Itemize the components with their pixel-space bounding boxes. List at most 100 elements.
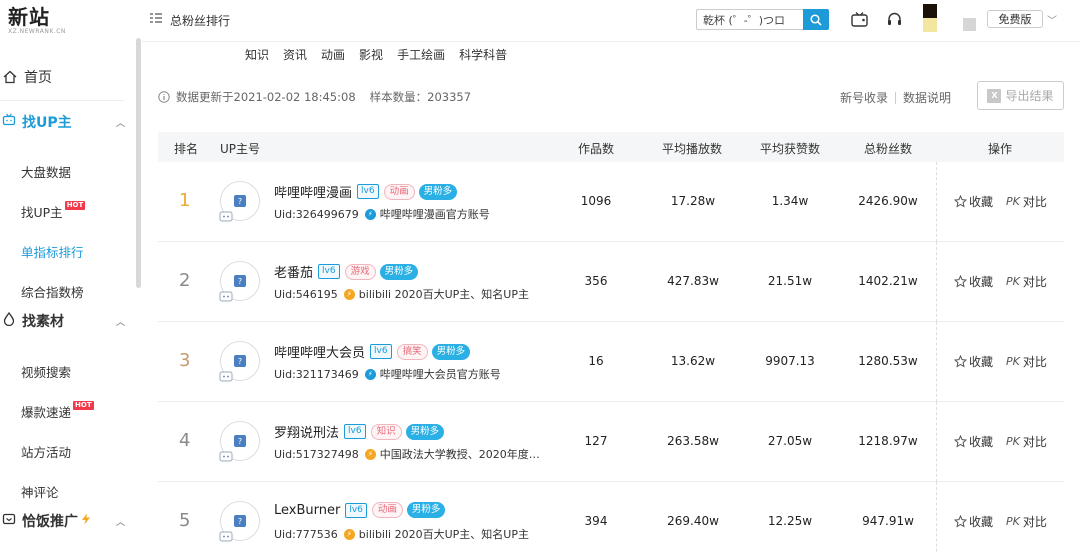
new-account-link[interactable]: 新号收录 [840,89,888,106]
avg-like: 27.05w [767,434,813,448]
favorite-button[interactable]: 收藏 [954,193,993,210]
favorite-button[interactable]: 收藏 [954,273,993,290]
up-avatar[interactable]: ? [219,501,260,542]
category-tag: 动画 [371,502,403,518]
search-input[interactable] [696,9,804,30]
up-name[interactable]: 老番茄 [274,262,313,281]
table-row[interactable]: 3 ? 哔哩哔哩大会员 lv6 搞笑 男粉多 Uid:321173469 ⚡ 哔… [158,322,1064,402]
uid: Uid:517327498 [274,447,359,461]
sidebar-item-home[interactable]: 首页 [2,67,142,87]
category-tab[interactable]: 知识 [245,46,269,63]
top-header: 总粉丝排行 免费版 ﹀ [140,0,1080,42]
export-label: 导出结果 [1005,89,1054,103]
chevron-up-icon[interactable]: ︿ [116,315,125,328]
verified-icon: ⚡ [343,528,355,540]
compare-button[interactable]: PK 对比 [1006,353,1047,370]
category-tab[interactable]: 科学科普 [459,46,507,63]
star-icon [954,355,967,368]
category-tab[interactable]: 动画 [321,46,345,63]
headset-icon[interactable] [885,10,903,28]
sidebar-item-label: 站方活动 [21,445,72,460]
newrank-logo[interactable]: 新站 XZ.NEWRANK.CN [8,6,66,36]
level-badge: lv6 [345,502,367,518]
tv-icon [2,512,16,530]
chevron-down-icon[interactable]: ﹀ [1047,12,1057,27]
data-description-link[interactable]: 数据说明 [903,89,951,106]
table-row[interactable]: 5 ? LexBurner lv6 动画 男粉多 Uid:777536 ⚡ bi… [158,482,1064,552]
up-avatar[interactable]: ? [219,341,260,382]
compare-label: 对比 [1022,275,1047,289]
compare-button[interactable]: PK 对比 [1006,273,1047,290]
ops-divider [936,162,937,242]
search-icon [810,13,822,26]
up-name[interactable]: 哔哩哔哩漫画 [274,182,352,201]
user-avatar[interactable] [923,4,976,32]
up-name-line: 罗翔说刑法 lv6 知识 男粉多 [274,422,445,441]
chevron-up-icon[interactable]: ︿ [116,515,125,528]
sidebar-section-label: 找UP主 [22,115,72,131]
sidebar-section-label: 找素材 [22,314,64,330]
export-button[interactable]: X 导出结果 [977,81,1064,110]
plan-button[interactable]: 免费版 [987,10,1043,28]
sidebar-item-label: 爆款速递 [21,405,72,420]
category-tab[interactable]: 手工绘画 [397,46,445,63]
favorite-button[interactable]: 收藏 [954,513,993,530]
up-avatar[interactable]: ? [219,421,260,462]
compare-button[interactable]: PK 对比 [1006,433,1047,450]
category-tab[interactable]: 影视 [359,46,383,63]
favorite-button[interactable]: 收藏 [954,433,993,450]
sidebar-scrollbar[interactable] [136,38,141,288]
verified-icon: ⚡ [343,288,355,300]
favorite-button[interactable]: 收藏 [954,353,993,370]
fan-gender-tag: 男粉多 [431,343,471,360]
compare-button[interactable]: PK 对比 [1006,513,1047,530]
category-tab[interactable]: 资讯 [283,46,307,63]
home-icon [2,69,18,85]
compare-label: 对比 [1022,435,1047,449]
star-icon [954,195,967,208]
ops-divider [936,482,937,552]
verified-icon: ⚡ [364,448,376,460]
uid: Uid:777536 [274,527,338,541]
up-name[interactable]: 罗翔说刑法 [274,422,339,441]
category-tag: 游戏 [344,263,376,280]
total-fans: 947.91w [862,514,914,528]
avatar-top [923,4,937,18]
sidebar-item-video-search[interactable]: 视频搜索 [21,362,161,381]
up-avatar[interactable]: ? [219,181,260,222]
compare-button[interactable]: PK 对比 [1006,193,1047,210]
table-row[interactable]: 1 ? 哔哩哔哩漫画 lv6 动画 男粉多 Uid:326499679 ⚡ 哔哩… [158,162,1064,242]
sidebar-item-hot-express[interactable]: 爆款速递 HOT [21,401,161,421]
up-name[interactable]: LexBurner [274,503,340,518]
up-avatar[interactable]: ? [219,261,260,302]
image-placeholder-icon: ? [234,355,246,367]
up-name[interactable]: 哔哩哔哩大会员 [274,342,365,361]
search-button[interactable] [803,9,829,30]
pk-icon: PK [1006,435,1020,448]
data-info: 数据更新于2021-02-02 18:45:08 样本数量：203357 [158,89,471,105]
table-row[interactable]: 2 ? 老番茄 lv6 游戏 男粉多 Uid:546195 ⚡ bilibili… [158,242,1064,322]
header-avg-play: 平均播放数 [662,142,723,156]
logo-text: 新站 [8,5,50,29]
chevron-up-icon[interactable]: ︿ [116,116,125,129]
rank-number: 3 [179,350,191,371]
verified-icon: ⚡ [364,368,376,380]
up-meta: Uid:777536 ⚡ bilibili 2020百大UP主、知名UP主 [274,526,529,542]
sidebar-item-god-comments[interactable]: 神评论 [21,482,161,501]
header-avg-like: 平均获赞数 [760,142,821,156]
verified-icon: ⚡ [364,208,376,220]
rank-number: 1 [179,190,191,211]
sidebar-item-site-activities[interactable]: 站方活动 [21,442,161,461]
sidebar-item-label: 找UP主 [21,205,63,220]
header-ops: 操作 [988,142,1013,156]
table-header: 排名 UP主号 作品数 平均播放数 平均获赞数 总粉丝数 操作 [158,132,1064,162]
works-count: 16 [588,354,604,368]
menu-toggle-icon[interactable] [150,13,162,23]
ops-divider [936,322,937,402]
sample-count: 样本数量：203357 [369,90,472,104]
tv-notification-icon[interactable] [850,10,868,28]
up-name-line: 老番茄 lv6 游戏 男粉多 [274,262,419,281]
rank-number: 4 [179,430,191,451]
bilibili-tv-icon [219,531,233,542]
table-row[interactable]: 4 ? 罗翔说刑法 lv6 知识 男粉多 Uid:517327498 ⚡ 中国政… [158,402,1064,482]
